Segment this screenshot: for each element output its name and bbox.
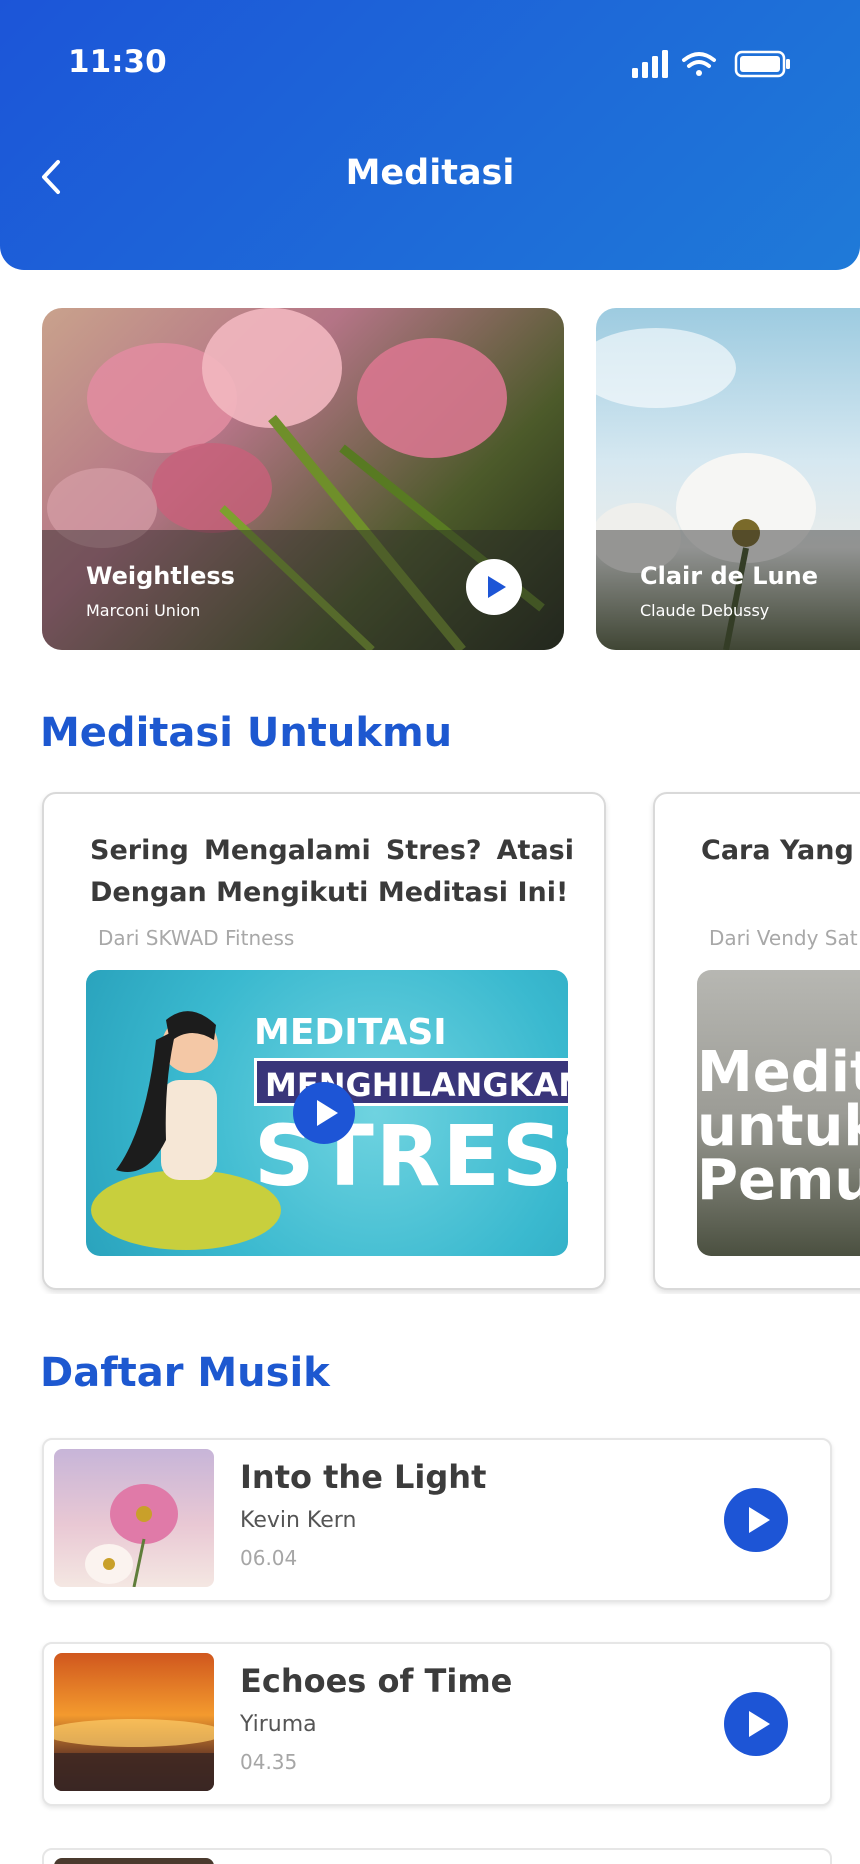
- music-artist: Kevin Kern: [240, 1508, 357, 1533]
- featured-title: Weightless: [86, 562, 235, 590]
- video-thumbnail[interactable]: MEDITASI PEMULA MENGHILANGKAN STRESS: [86, 970, 568, 1256]
- featured-card-weightless[interactable]: Weightless Marconi Union: [42, 308, 564, 650]
- battery-icon: [734, 50, 790, 78]
- section-title-music: Daftar Musik: [40, 1350, 330, 1396]
- recommend-card-source: Dari SKWAD Fitness: [98, 926, 295, 950]
- music-thumbnail: [54, 1858, 214, 1864]
- music-list-item[interactable]: [42, 1848, 832, 1864]
- pink-flower-image: [85, 1484, 178, 1587]
- page-title: Meditasi: [345, 153, 515, 193]
- recommend-card-title: Sering Mengalami Stres? Atasi Dengan Men…: [90, 835, 574, 908]
- featured-artist: Marconi Union: [86, 601, 201, 620]
- recommend-card-source: Dari Vendy Sat: [709, 926, 858, 950]
- featured-title: Clair de Lune: [640, 562, 819, 590]
- play-button[interactable]: [724, 1488, 788, 1552]
- music-duration: 06.04: [240, 1546, 298, 1570]
- recommend-card[interactable]: Sering Mengalami Stres? Atasi Dengan Men…: [42, 792, 606, 1290]
- status-time: 11:30: [68, 44, 167, 80]
- signal-icon: [632, 50, 668, 78]
- play-button[interactable]: [466, 559, 522, 615]
- music-duration: 04.35: [240, 1750, 298, 1774]
- wifi-icon: [682, 52, 716, 76]
- music-list-item[interactable]: Echoes of Time Yiruma 04.35: [42, 1642, 832, 1806]
- music-title: Into the Light: [240, 1458, 487, 1496]
- play-button[interactable]: [293, 1082, 355, 1144]
- music-thumbnail: [54, 1449, 214, 1587]
- video-thumbnail[interactable]: Meditas untuk Pemula: [697, 970, 860, 1256]
- music-title: Echoes of Time: [240, 1662, 513, 1700]
- app-header: 11:30 Meditasi: [0, 0, 860, 270]
- featured-card-clair-de-lune[interactable]: Clair de Lune Claude Debussy: [596, 308, 860, 650]
- music-artist: Yiruma: [240, 1712, 317, 1737]
- music-list-item[interactable]: Into the Light Kevin Kern 06.04: [42, 1438, 832, 1602]
- featured-artist: Claude Debussy: [640, 601, 770, 620]
- section-title-recommend: Meditasi Untukmu: [40, 710, 453, 756]
- thumb-text-line-3: Pemula: [697, 1148, 860, 1213]
- recommend-card[interactable]: Cara Yang Stres Dan K Dari Vendy Sat Med…: [653, 792, 860, 1290]
- sunset-image: [54, 1719, 214, 1791]
- music-thumbnail: [54, 1653, 214, 1791]
- recommend-card-title: Cara Yang Stres Dan K: [701, 835, 860, 866]
- play-button[interactable]: [724, 1692, 788, 1756]
- status-icons: [632, 50, 790, 78]
- recommend-carousel[interactable]: Sering Mengalami Stres? Atasi Dengan Men…: [0, 790, 860, 1294]
- featured-carousel[interactable]: Weightless Marconi Union Clair de Lune C…: [0, 308, 860, 650]
- card-overlay: [596, 530, 860, 650]
